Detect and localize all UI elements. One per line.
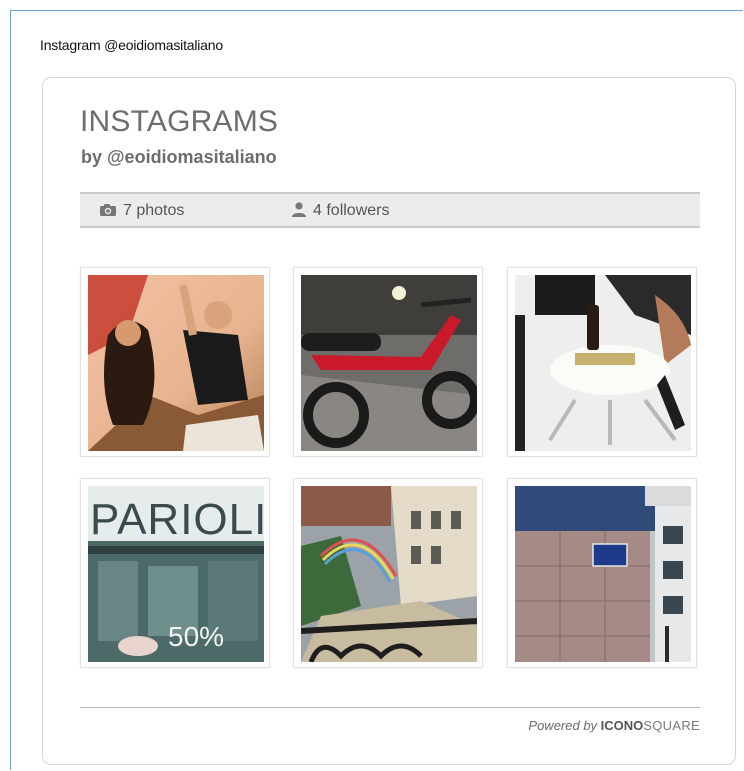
account-byline[interactable]: by @eoidiomasitaliano — [81, 146, 277, 168]
photo-table-bottle[interactable] — [515, 275, 691, 451]
sale-text: 50% — [168, 621, 224, 652]
user-icon — [292, 202, 306, 217]
brand-name-bold: ICONO — [600, 718, 644, 733]
photo-parioli-shop[interactable]: PARIOLI 50% — [88, 486, 264, 662]
powered-by-prefix: Powered by — [528, 718, 601, 733]
stats-bar: 7 photos 4 followers — [80, 192, 700, 228]
photo-red-scooter[interactable] — [301, 275, 477, 451]
followers-count: 4 followers — [291, 201, 389, 221]
footer-divider — [80, 707, 700, 708]
camera-icon — [100, 204, 116, 216]
followers-count-label: 4 followers — [313, 202, 390, 219]
photo-tile-red-scooter[interactable] — [293, 267, 483, 457]
photos-count: 7 photos — [99, 201, 184, 221]
photo-tile-table-bottle[interactable] — [507, 267, 697, 457]
photo-rainbow-street[interactable] — [301, 486, 477, 662]
photo-tile-parioli-shop[interactable]: PARIOLI 50% — [80, 478, 270, 668]
photo-tile-dancers[interactable] — [80, 267, 270, 457]
photo-dancers[interactable] — [88, 275, 264, 451]
photo-tile-rainbow-street[interactable] — [293, 478, 483, 668]
brand-name-light: SQUARE — [643, 718, 700, 733]
page-title: INSTAGRAMS — [80, 105, 279, 138]
widget-title: Instagram @eoidiomasitaliano — [40, 37, 223, 53]
powered-by[interactable]: Powered by ICONOSQUARE — [528, 718, 700, 733]
photo-street-sign[interactable] — [515, 486, 691, 662]
photos-count-label: 7 photos — [123, 202, 185, 219]
parioli-sign-text: PARIOLI — [90, 495, 264, 544]
photo-tile-street-sign[interactable] — [507, 478, 697, 668]
